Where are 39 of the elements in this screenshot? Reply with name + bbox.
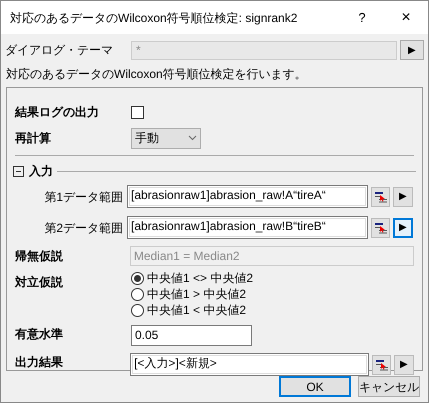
- radio-button[interactable]: [131, 272, 144, 284]
- checkbox[interactable]: [131, 106, 144, 118]
- help-button[interactable]: ?: [340, 1, 384, 34]
- radio-button[interactable]: [131, 304, 144, 316]
- window-title: 対応のあるデータのWilcoxon符号順位検定: signrank2: [10, 10, 298, 26]
- theme-field: *: [131, 40, 397, 60]
- chevron-icon: [188, 135, 197, 141]
- range-picker-icon[interactable]: [371, 218, 390, 238]
- field-label: 再計算: [15, 130, 52, 147]
- collapse-icon[interactable]: [13, 166, 24, 176]
- field-label: 第2データ範囲: [43, 220, 124, 236]
- close-button[interactable]: ×: [384, 1, 428, 34]
- radio-label: 中央値1 <> 中央値2: [147, 270, 254, 287]
- range-field[interactable]: [<入力>]<新規>: [130, 353, 370, 376]
- range-picker-icon[interactable]: [372, 354, 392, 374]
- field-label: 出力結果: [15, 354, 64, 371]
- input-field[interactable]: 0.05: [131, 324, 252, 346]
- description-text: 対応のあるデータのWilcoxon符号順位検定を行います。: [5, 66, 308, 83]
- arrow-button[interactable]: ▶: [393, 186, 413, 206]
- field-label: 対立仮説: [15, 274, 64, 291]
- field-label: ダイアログ・テーマ: [5, 42, 114, 59]
- null-hypothesis-field: Median1 = Median2: [130, 246, 414, 266]
- range-field[interactable]: [abrasionraw1]abrasion_raw!B“tireB“: [127, 216, 368, 239]
- radio-button[interactable]: [131, 288, 144, 300]
- range-field[interactable]: [abrasionraw1]abrasion_raw!A“tireA“: [127, 185, 368, 208]
- field-label: 有意水準: [15, 326, 64, 343]
- cancel-button[interactable]: キャンセル: [358, 376, 420, 397]
- field-label: 第1データ範囲: [43, 188, 124, 206]
- arrow-button[interactable]: ▶: [400, 40, 424, 60]
- arrow-button[interactable]: ▶: [393, 218, 413, 238]
- field-label: 帰無仮説: [15, 248, 64, 265]
- range-picker-icon[interactable]: [371, 186, 390, 206]
- ok-button[interactable]: OK: [279, 376, 351, 397]
- radio-label: 中央値1 < 中央値2: [147, 302, 246, 319]
- radio-label: 中央値1 > 中央値2: [147, 286, 246, 303]
- field-label: 結果ログの出力: [15, 104, 100, 121]
- arrow-button[interactable]: ▶: [394, 354, 414, 374]
- section-heading: 入力: [29, 163, 53, 180]
- recalculate-dropdown[interactable]: 手動: [131, 128, 201, 148]
